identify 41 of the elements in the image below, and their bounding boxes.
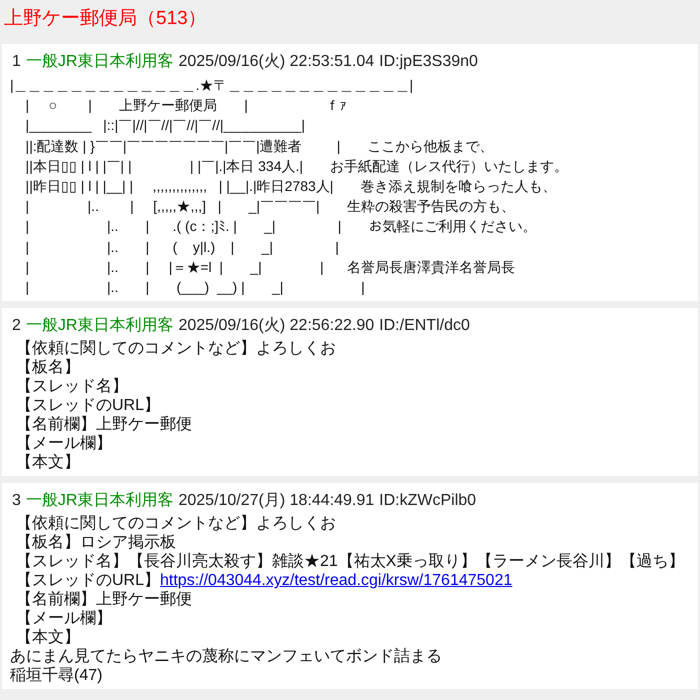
- poster-name: 一般JR東日本利用客: [26, 52, 174, 72]
- post-text-line: あにまん見てたらヤニキの蔑称にマンフェいてボンド詰まる: [10, 647, 443, 666]
- ascii-art-line: | |.. | ( y|l.) | _| |: [24, 238, 340, 257]
- post-text-line: 【板名】ロシア掲示板: [16, 533, 177, 552]
- ascii-art-line: | |.. | (___) __) | _| |: [24, 278, 366, 298]
- poster-name: 一般JR東日本利用客: [26, 316, 174, 336]
- post-number: 1: [12, 52, 21, 72]
- post-text-line: 【名前欄】上野ケー郵便: [16, 415, 193, 434]
- post-text-line: 【スレッド名】: [16, 377, 129, 396]
- post-text-line: 【板名】: [16, 358, 81, 378]
- ascii-art-line: ||本日▯▯ | l | |￣| | | |￣|.|本日 334人.| お手紙配達（レス代行）いたします。: [24, 156, 570, 176]
- post-number: 2: [12, 316, 21, 336]
- ascii-art-line: | |.. | [,,,,,★,,,] | _|￣￣￣￣| 生粋の殺害予告民の方も、: [24, 197, 516, 216]
- post-date: 2025/09/16(火) 22:53:51.04: [178, 52, 374, 72]
- post-date: 2025/09/16(火) 22:56:22.90: [178, 316, 374, 336]
- post-text-line: 【スレッド名】【長谷川亮太殺す】雑談★21【祐太X乗っ取り】【ラーメン長谷川】【過ち】: [16, 552, 686, 572]
- post-text-line: 【本文】: [16, 628, 81, 648]
- post-date: 2025/10/27(月) 18:44:49.91: [178, 491, 374, 512]
- thread-url-link[interactable]: https://043044.xyz/test/read.cgi/krsw/1761475021: [160, 572, 512, 590]
- post-text-line: 【メール欄】: [16, 609, 113, 628]
- poster-name: 一般JR東日本利用客: [26, 490, 174, 512]
- post-text-line: 稲垣千尋(47): [10, 666, 104, 686]
- thread-title: 上野ケー郵便局（513）: [3, 7, 208, 31]
- ascii-art-line: | ○ | 上野ケー郵便局 | ｆｧ: [24, 96, 348, 116]
- poster-id: ID:/ENTl/dc0: [379, 316, 470, 336]
- ascii-art-line: ||昨日▯▯ | l | |__| | ,,,,,,,,,,,,,, | |__|.|昨日2783人| 巻き添え規制を喰らった人も、: [24, 177, 558, 196]
- post-text-line: 【依頼に関してのコメントなど】よろしくお: [16, 339, 337, 358]
- post-text-line: 【スレッドのURL】: [16, 396, 162, 416]
- poster-id: ID:kZWcPilb0: [379, 491, 476, 512]
- post-text-line: 【メール欄】: [16, 434, 113, 454]
- post-text-line: 【名前欄】上野ケー郵便: [16, 590, 193, 610]
- poster-id: ID:jpE3S39n0: [379, 52, 478, 72]
- ascii-art-line: |＿＿＿＿＿＿＿＿＿＿＿＿＿.★〒＿＿＿＿＿＿＿＿＿＿＿＿＿|: [10, 76, 414, 95]
- post-number: 3: [12, 491, 21, 512]
- ascii-art-line: |________ |::|￣|//|￣//|￣//|￣//|__________|: [24, 116, 306, 136]
- ascii-art-line: ||:配達数 | }￣￣|￣￣￣￣￣￣￣|￣￣|遭難者 | ここから他板まで、: [24, 136, 495, 156]
- post-text-line: 【依頼に関してのコメントなど】よろしくお: [16, 514, 337, 534]
- ascii-art-line: | |.. | |＝★=l | _| | 名誉局長唐澤貴洋名誉局長: [24, 258, 516, 277]
- ascii-art-line: | |.. | .( (c：;]ﾐ. | _| | お気軽にご利用ください。: [24, 217, 538, 236]
- post-text-line: 【スレッドのURL】: [16, 572, 160, 590]
- post-text-line: 【本文】: [16, 453, 81, 472]
